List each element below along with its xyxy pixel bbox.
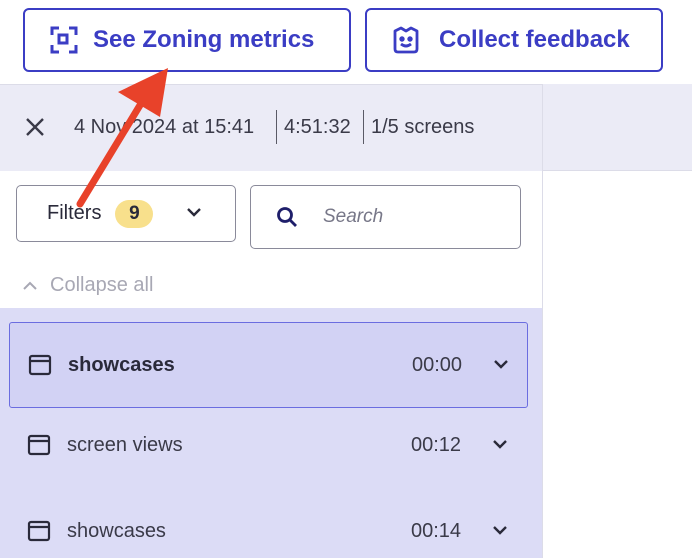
chevron-up-icon	[23, 281, 37, 290]
list-item[interactable]: showcases 00:14	[9, 488, 528, 558]
session-duration: 4:51:32	[284, 116, 351, 138]
screen-name: showcases	[68, 353, 175, 376]
divider	[363, 110, 364, 144]
screen-timestamp: 00:00	[412, 353, 463, 376]
search-icon	[277, 207, 297, 227]
see-zoning-metrics-label: See Zoning metrics	[93, 26, 315, 53]
collapse-all-label: Collapse all	[50, 274, 154, 296]
right-panel-header	[543, 84, 692, 171]
session-date: 4 Nov 2024 at 15:41	[74, 116, 255, 138]
window-icon	[27, 520, 51, 542]
chevron-down-icon[interactable]	[491, 437, 509, 453]
list-item[interactable]: screen views 00:12	[9, 402, 528, 488]
collect-feedback-button[interactable]: Collect feedback	[365, 8, 663, 72]
right-panel	[542, 84, 692, 558]
screen-timestamp: 00:12	[411, 433, 462, 456]
window-icon	[27, 434, 51, 456]
collapse-all-button[interactable]: Collapse all	[22, 274, 153, 297]
chevron-down-icon[interactable]	[491, 523, 509, 539]
filters-count-badge: 9	[115, 199, 154, 228]
session-screen-count: 1/5 screens	[371, 116, 475, 138]
filters-label: Filters	[47, 202, 102, 224]
chevron-down-icon	[187, 208, 201, 217]
feedback-smile-icon	[389, 23, 423, 57]
collect-feedback-label: Collect feedback	[439, 26, 630, 53]
close-icon[interactable]	[23, 115, 47, 139]
window-icon	[28, 354, 52, 376]
zoning-icon	[47, 23, 81, 57]
divider	[276, 110, 277, 144]
search-box[interactable]	[250, 185, 521, 249]
screen-name: showcases	[67, 519, 166, 542]
search-input[interactable]	[323, 206, 503, 228]
list-item[interactable]: showcases 00:00	[9, 322, 528, 408]
filters-dropdown[interactable]: Filters 9	[16, 185, 236, 242]
see-zoning-metrics-button[interactable]: See Zoning metrics	[23, 8, 351, 72]
screen-timestamp: 00:14	[411, 519, 462, 542]
chevron-down-icon[interactable]	[492, 357, 510, 373]
screen-name: screen views	[67, 433, 183, 456]
